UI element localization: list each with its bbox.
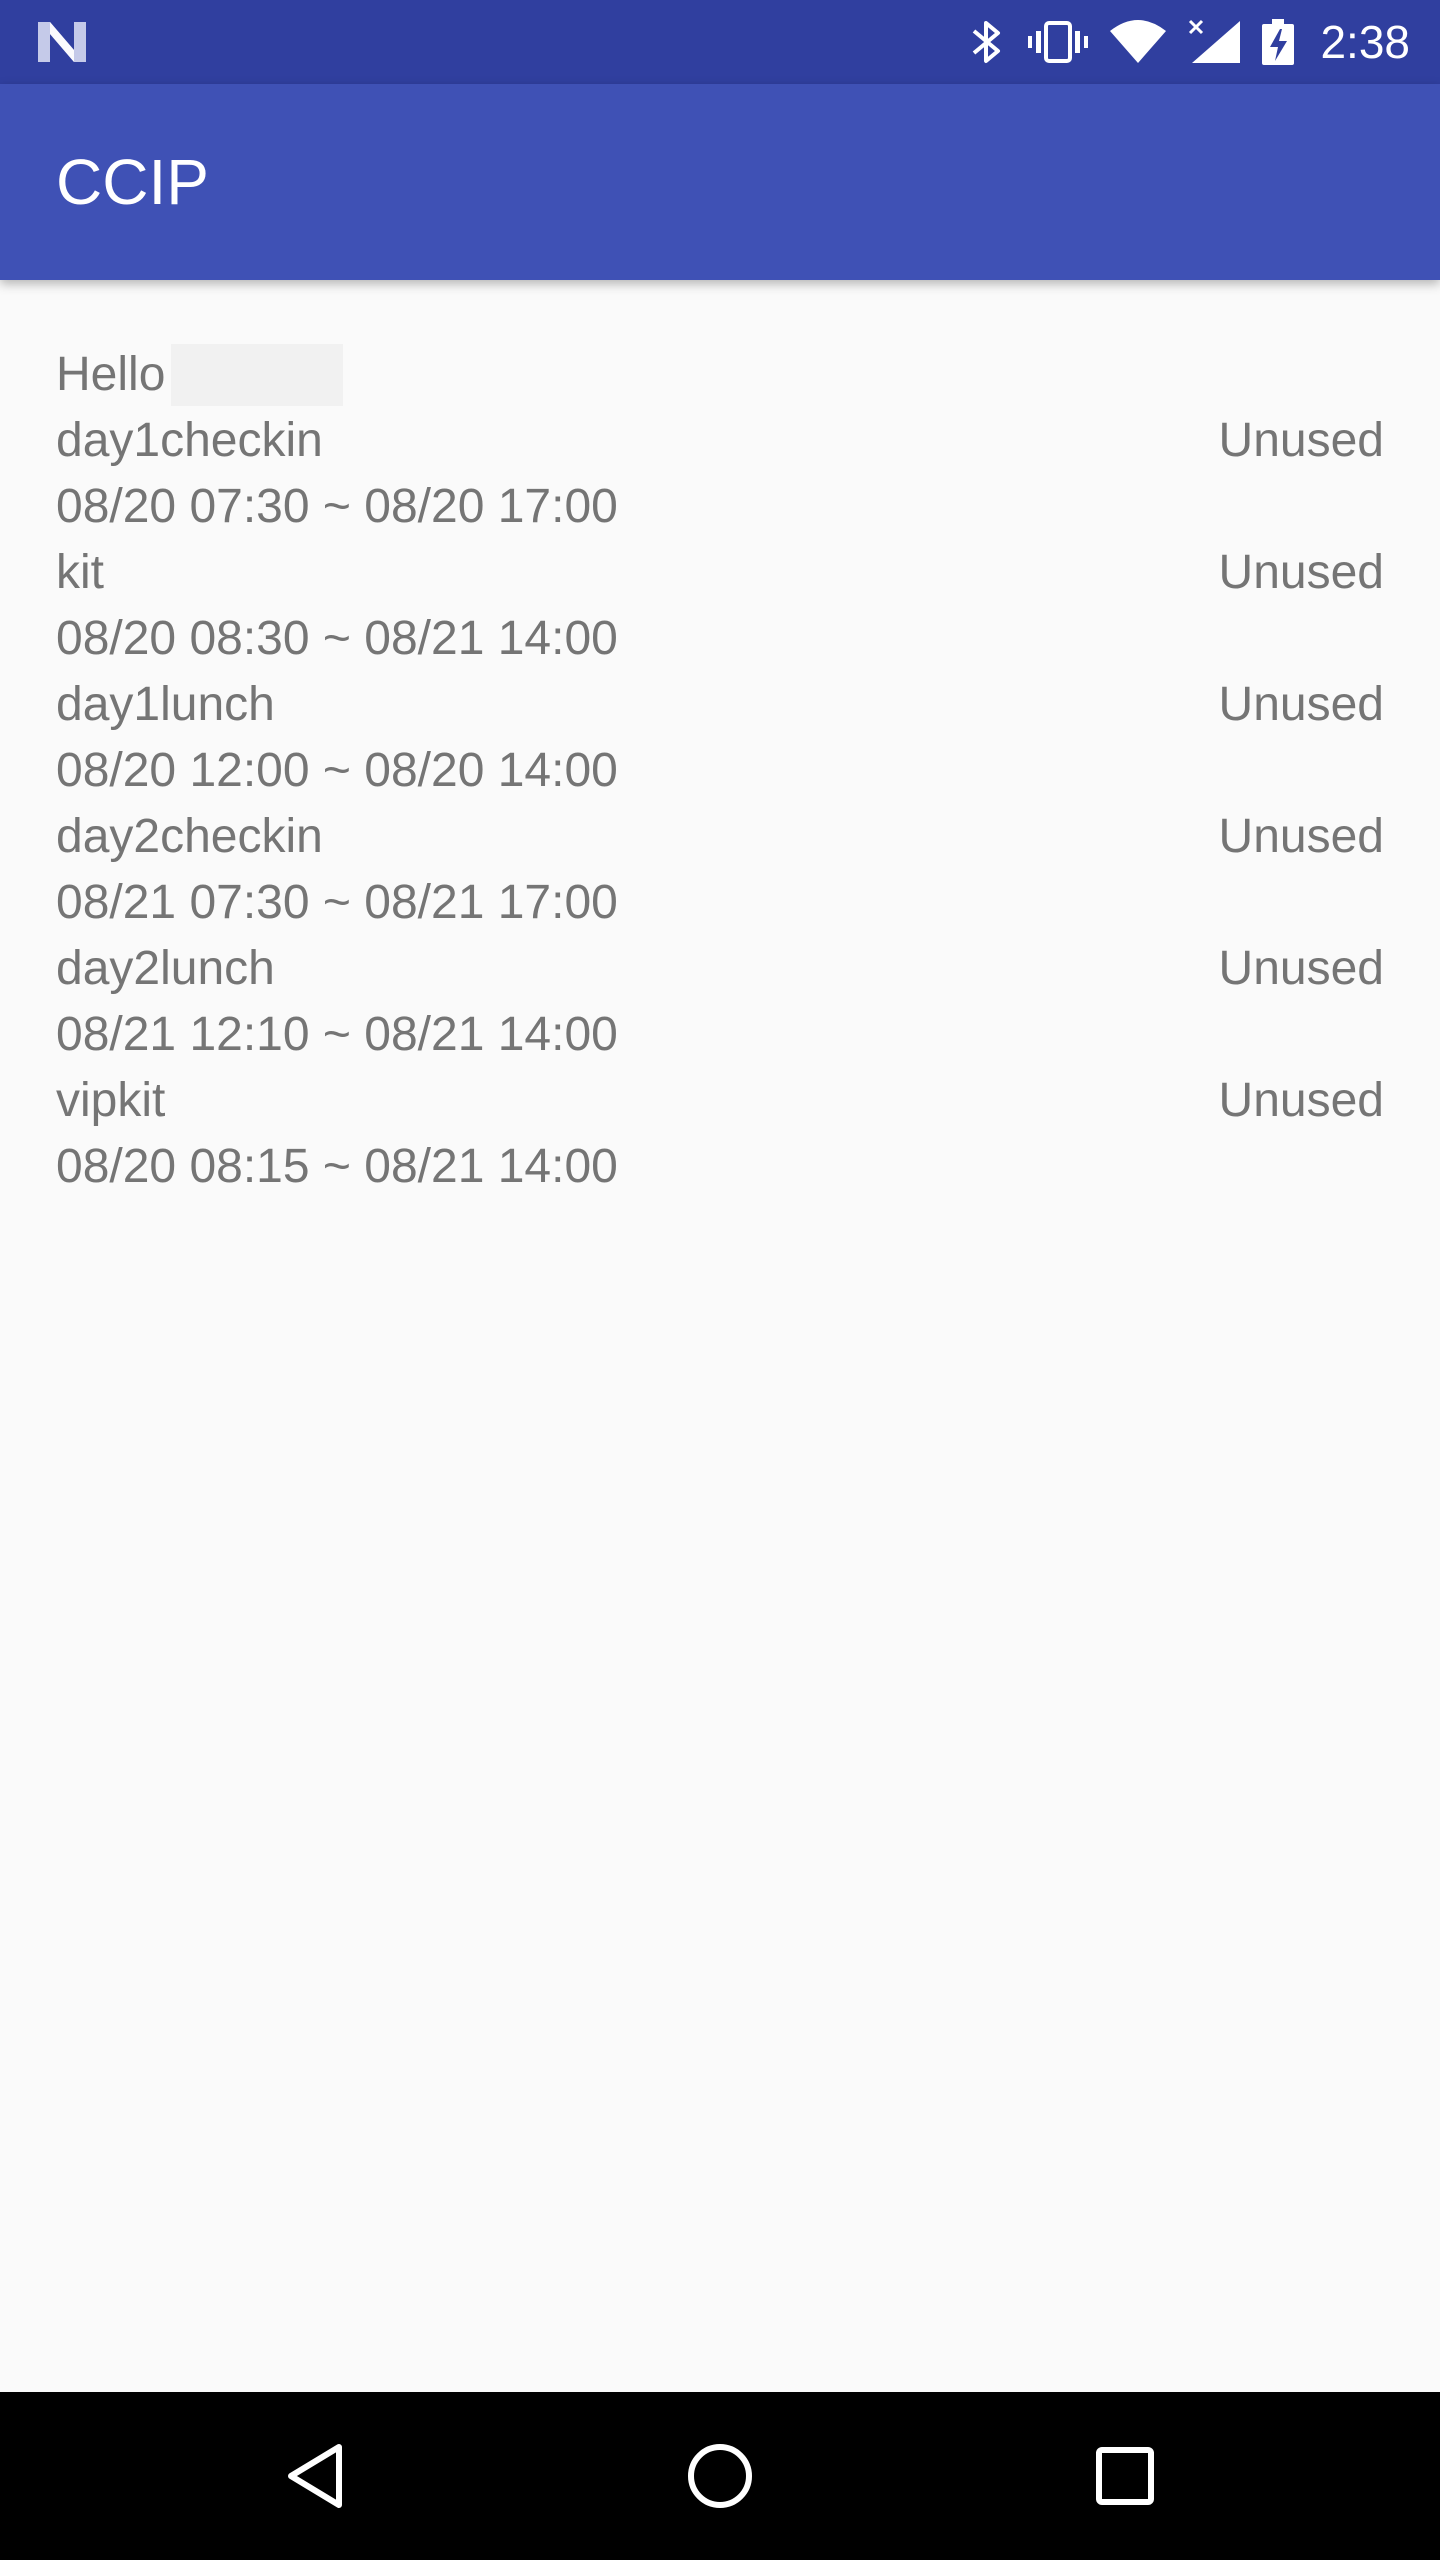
scenario-list: day1checkin 08/20 07:30 ~ 08/20 17:00 Un…	[56, 408, 1384, 1200]
scenario-status: Unused	[1218, 942, 1384, 995]
scenario-item-day2lunch[interactable]: day2lunch 08/21 12:10 ~ 08/21 14:00 Unus…	[56, 936, 1384, 1068]
battery-charging-icon	[1262, 19, 1295, 65]
home-icon	[688, 2444, 752, 2508]
content-area: Hello day1checkin 08/20 07:30 ~ 08/20 17…	[0, 280, 1440, 2392]
redacted-username	[171, 344, 344, 406]
navigation-bar	[0, 2392, 1440, 2560]
recents-icon	[1096, 2447, 1154, 2505]
scenario-time-range: 08/21 07:30 ~ 08/21 17:00	[56, 876, 618, 929]
scenario-item-day1checkin[interactable]: day1checkin 08/20 07:30 ~ 08/20 17:00 Un…	[56, 408, 1384, 540]
scenario-time-range: 08/20 12:00 ~ 08/20 14:00	[56, 744, 618, 797]
scenario-time-range: 08/20 08:30 ~ 08/21 14:00	[56, 612, 618, 665]
status-bar: 2:38	[0, 0, 1440, 84]
status-icons: 2:38	[964, 0, 1410, 84]
scenario-name: vipkit	[56, 1074, 166, 1127]
back-button[interactable]	[265, 2426, 365, 2526]
scenario-time-range: 08/20 08:15 ~ 08/21 14:00	[56, 1140, 618, 1193]
back-icon	[288, 2444, 342, 2508]
wifi-icon	[1110, 20, 1167, 63]
scenario-item-kit[interactable]: kit 08/20 08:30 ~ 08/21 14:00 Unused	[56, 540, 1384, 672]
recents-button[interactable]	[1075, 2426, 1175, 2526]
greeting: Hello	[56, 342, 344, 408]
bluetooth-icon	[973, 21, 1001, 63]
home-button[interactable]	[670, 2426, 770, 2526]
scenario-status: Unused	[1218, 546, 1384, 599]
greeting-text: Hello	[56, 348, 166, 401]
scenario-name: kit	[56, 546, 104, 599]
scenario-name: day2lunch	[56, 942, 275, 995]
scenario-status: Unused	[1218, 810, 1384, 863]
scenario-name: day1checkin	[56, 414, 323, 467]
scenario-time-range: 08/20 07:30 ~ 08/20 17:00	[56, 480, 618, 533]
scenario-status: Unused	[1218, 678, 1384, 731]
vibrate-icon	[1028, 21, 1089, 63]
cell-signal-icon	[1189, 19, 1241, 63]
scenario-status: Unused	[1218, 414, 1384, 467]
android-n-icon	[38, 22, 86, 62]
scenario-item-day1lunch[interactable]: day1lunch 08/20 12:00 ~ 08/20 14:00 Unus…	[56, 672, 1384, 804]
scenario-time-range: 08/21 12:10 ~ 08/21 14:00	[56, 1008, 618, 1061]
app-bar: CCIP	[0, 84, 1440, 280]
status-time: 2:38	[1320, 16, 1410, 68]
app-title: CCIP	[56, 146, 209, 218]
scenario-item-day2checkin[interactable]: day2checkin 08/21 07:30 ~ 08/21 17:00 Un…	[56, 804, 1384, 936]
scenario-name: day1lunch	[56, 678, 275, 731]
scenario-status: Unused	[1218, 1074, 1384, 1127]
scenario-item-vipkit[interactable]: vipkit 08/20 08:15 ~ 08/21 14:00 Unused	[56, 1068, 1384, 1200]
scenario-name: day2checkin	[56, 810, 323, 863]
